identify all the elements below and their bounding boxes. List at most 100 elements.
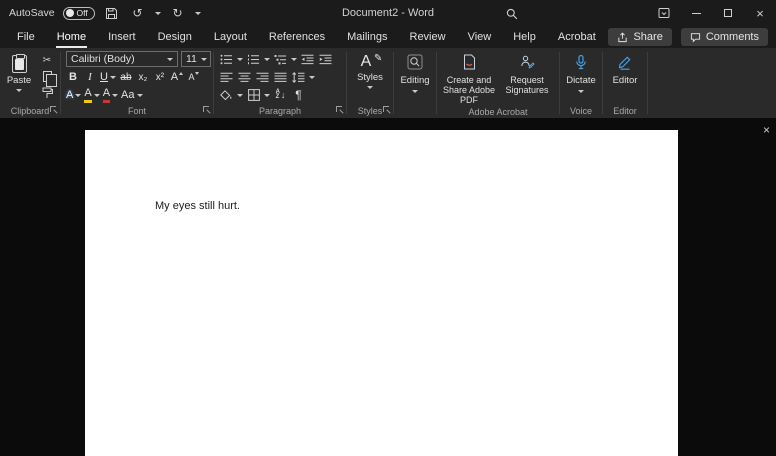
editor-button[interactable]: Editor xyxy=(613,51,637,104)
editing-group-label xyxy=(399,104,431,118)
bullet-list-icon[interactable] xyxy=(219,52,234,67)
tab-file[interactable]: File xyxy=(6,26,46,48)
find-magnifier-icon xyxy=(407,54,423,73)
signature-person-icon xyxy=(519,54,535,73)
styles-icon: A ✎ xyxy=(360,53,383,70)
line-spacing-chevron-icon xyxy=(309,75,315,79)
shrink-font-arrow-icon xyxy=(195,72,200,75)
borders-chevron-icon xyxy=(264,93,270,97)
grow-font-arrow-icon xyxy=(179,72,184,75)
comments-button[interactable]: Comments xyxy=(680,28,768,46)
paragraph-group: AZ ↓ ¶ Paragraph xyxy=(214,48,346,118)
font-size-combobox[interactable]: 11 xyxy=(181,51,211,67)
shading-icon[interactable] xyxy=(219,88,234,103)
undo-chevron-icon[interactable] xyxy=(154,11,161,15)
tab-view[interactable]: View xyxy=(457,26,503,48)
titlebar: AutoSave Off ↺ ↻ Document2 - Word × xyxy=(0,0,776,26)
styles-chevron-icon xyxy=(367,86,373,90)
maximize-icon xyxy=(724,9,732,17)
tab-design[interactable]: Design xyxy=(147,26,203,48)
text-highlight-button[interactable]: A xyxy=(84,87,100,103)
autosave-state: Off xyxy=(76,7,88,18)
show-hide-formatting-icon[interactable]: ¶ xyxy=(291,88,306,103)
cut-icon[interactable]: ✂ xyxy=(39,53,55,67)
tab-home[interactable]: Home xyxy=(46,26,97,48)
align-right-icon[interactable] xyxy=(255,70,270,85)
font-color-button[interactable]: A xyxy=(102,87,119,103)
tab-references[interactable]: References xyxy=(258,26,336,48)
bold-button[interactable]: B xyxy=(66,70,80,85)
redo-icon[interactable]: ↻ xyxy=(169,3,187,23)
change-case-button[interactable]: Aa xyxy=(121,88,143,103)
editor-pencil-icon xyxy=(617,54,633,73)
multilevel-list-icon[interactable] xyxy=(273,52,288,67)
copy-icon[interactable] xyxy=(39,70,57,87)
font-dialog-launcher[interactable] xyxy=(203,106,211,114)
shrink-font-button[interactable]: A xyxy=(187,70,201,85)
close-button[interactable]: × xyxy=(744,0,776,26)
minimize-button[interactable] xyxy=(680,0,712,26)
superscript-button[interactable]: x² xyxy=(153,70,167,85)
ribbon: Paste ✂ Clipboard Calibri (Body) 11 B I … xyxy=(0,48,776,118)
paragraph-dialog-launcher[interactable] xyxy=(336,106,344,114)
styles-button[interactable]: A ✎ Styles xyxy=(357,51,383,104)
sort-icon[interactable]: AZ ↓ xyxy=(273,88,288,103)
borders-icon[interactable] xyxy=(246,88,261,103)
request-signatures-button[interactable]: Request Signatures xyxy=(500,51,554,106)
decrease-indent-icon[interactable] xyxy=(300,52,315,67)
text-effects-button[interactable]: A xyxy=(66,88,82,103)
adobe-acrobat-group-label: Adobe Acrobat xyxy=(468,107,528,118)
font-name-combobox[interactable]: Calibri (Body) xyxy=(66,51,178,67)
underline-button[interactable]: U xyxy=(100,70,116,85)
window-controls: × xyxy=(648,0,776,26)
close-icon: × xyxy=(756,5,764,21)
increase-indent-icon[interactable] xyxy=(318,52,333,67)
font-group: Calibri (Body) 11 B I U ab x₂ x² A A A A… xyxy=(61,48,213,118)
align-center-icon[interactable] xyxy=(237,70,252,85)
pdf-document-icon xyxy=(461,54,477,73)
editing-chevron-icon xyxy=(412,89,418,93)
create-share-pdf-button[interactable]: Create and Share Adobe PDF xyxy=(442,51,496,106)
subscript-button[interactable]: x₂ xyxy=(136,70,150,85)
tab-review[interactable]: Review xyxy=(399,26,457,48)
tab-layout[interactable]: Layout xyxy=(203,26,258,48)
ribbon-tabs-bar: File Home Insert Design Layout Reference… xyxy=(0,26,776,48)
share-button[interactable]: Share xyxy=(608,28,672,46)
styles-dialog-launcher[interactable] xyxy=(383,106,391,114)
autosave-toggle[interactable]: Off xyxy=(62,6,95,20)
line-spacing-icon[interactable] xyxy=(291,70,306,85)
undo-icon[interactable]: ↺ xyxy=(129,3,147,23)
paste-button[interactable]: Paste xyxy=(5,51,33,104)
paragraph-group-label: Paragraph xyxy=(258,106,302,116)
numbered-list-icon[interactable] xyxy=(246,52,261,67)
autosave-toggle-knob xyxy=(65,9,74,17)
editing-group: Editing xyxy=(394,48,436,118)
tab-help[interactable]: Help xyxy=(502,26,547,48)
comments-icon xyxy=(690,32,700,43)
tab-mailings[interactable]: Mailings xyxy=(336,26,398,48)
clipboard-dialog-launcher[interactable] xyxy=(50,106,58,114)
dictate-button[interactable]: Dictate xyxy=(566,51,596,104)
document-body-text[interactable]: My eyes still hurt. xyxy=(155,200,240,212)
tab-acrobat[interactable]: Acrobat xyxy=(547,26,607,48)
text-effects-chevron-icon xyxy=(75,93,82,97)
strikethrough-button[interactable]: ab xyxy=(119,70,133,85)
pane-close-icon[interactable]: × xyxy=(763,123,770,137)
tab-insert[interactable]: Insert xyxy=(97,26,147,48)
grow-font-button[interactable]: A xyxy=(170,70,184,85)
document-page[interactable]: My eyes still hurt. xyxy=(85,130,678,456)
minimize-icon xyxy=(691,12,701,14)
align-left-icon[interactable] xyxy=(219,70,234,85)
maximize-button[interactable] xyxy=(712,0,744,26)
word-window: AutoSave Off ↺ ↻ Document2 - Word × File… xyxy=(0,0,776,456)
customize-toolbar-chevron-icon[interactable] xyxy=(194,11,201,15)
ribbon-display-options-icon[interactable] xyxy=(648,0,680,26)
document-canvas: × My eyes still hurt. xyxy=(0,118,776,456)
search-icon[interactable] xyxy=(506,7,518,25)
editing-button[interactable]: Editing xyxy=(400,51,430,104)
justify-icon[interactable] xyxy=(273,70,288,85)
editor-group: Editor Editor xyxy=(603,48,647,118)
format-painter-icon[interactable] xyxy=(39,86,55,100)
save-icon[interactable] xyxy=(103,3,121,23)
italic-button[interactable]: I xyxy=(83,70,97,85)
